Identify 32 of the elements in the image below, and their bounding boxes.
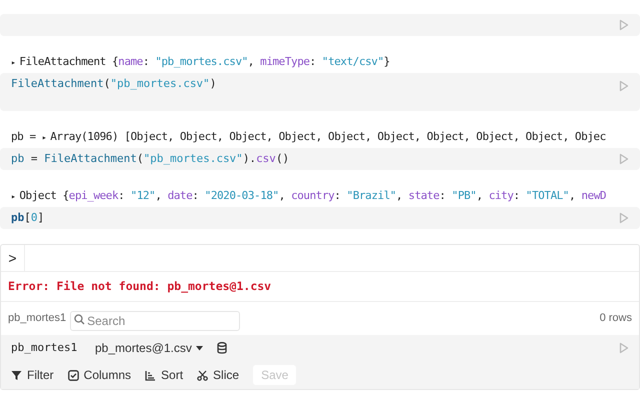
run-icon[interactable] — [619, 212, 629, 224]
source-name: pb_mortes1 — [11, 340, 78, 356]
checkbox-icon — [68, 370, 79, 380]
run-icon[interactable] — [619, 80, 629, 92]
code-line: FileAttachment("pb_mortes.csv") — [11, 76, 216, 92]
filter-icon — [11, 370, 22, 380]
file-dropdown[interactable]: pb_mortes@1.csv — [95, 339, 203, 357]
run-icon[interactable] — [619, 342, 629, 354]
code-cell[interactable]: FileAttachment("pb_mortes.csv") — [0, 73, 640, 111]
scissors-icon — [197, 370, 208, 380]
table-name: pb_mortes1 — [8, 311, 66, 326]
cell-output: ▸ Object {epi_week: "12", date: "2020-03-18", country: "Brazil", state: "PB", city: "TOTAL", newD — [10, 188, 608, 204]
caret-icon — [196, 346, 203, 350]
error-message: Error: File not found: pb_mortes@1.csv — [8, 278, 272, 295]
run-icon[interactable] — [619, 19, 629, 31]
search-icon — [74, 314, 86, 324]
database-icon[interactable] — [216, 342, 227, 354]
filter-button[interactable]: Filter — [11, 366, 54, 384]
sort-icon — [145, 370, 156, 380]
code-cell[interactable]: pb = FileAttachment("pb_mortes.csv").csv() — [0, 148, 640, 170]
code-line: pb = FileAttachment("pb_mortes.csv").csv() — [11, 150, 290, 167]
cell-output: ▸ FileAttachment {name: "pb_mortes.csv", mimeType: "text/csv"} — [10, 54, 391, 70]
columns-button[interactable]: Columns — [68, 366, 132, 384]
slice-button[interactable]: Slice — [197, 366, 240, 384]
row-count: 0 rows — [600, 311, 632, 326]
cell-output: pb = ▸ Array(1096) [Object, Object, Object, Object, Object, Object, Object, Object, Object, Objec — [10, 129, 607, 145]
sort-button[interactable]: Sort — [145, 366, 184, 384]
search-field[interactable]: Search — [70, 310, 240, 330]
code-cell[interactable]: pb[0] — [0, 207, 640, 229]
code-line: pb[0] — [11, 210, 44, 226]
code-cell[interactable] — [0, 14, 640, 36]
run-icon[interactable] — [619, 153, 629, 165]
